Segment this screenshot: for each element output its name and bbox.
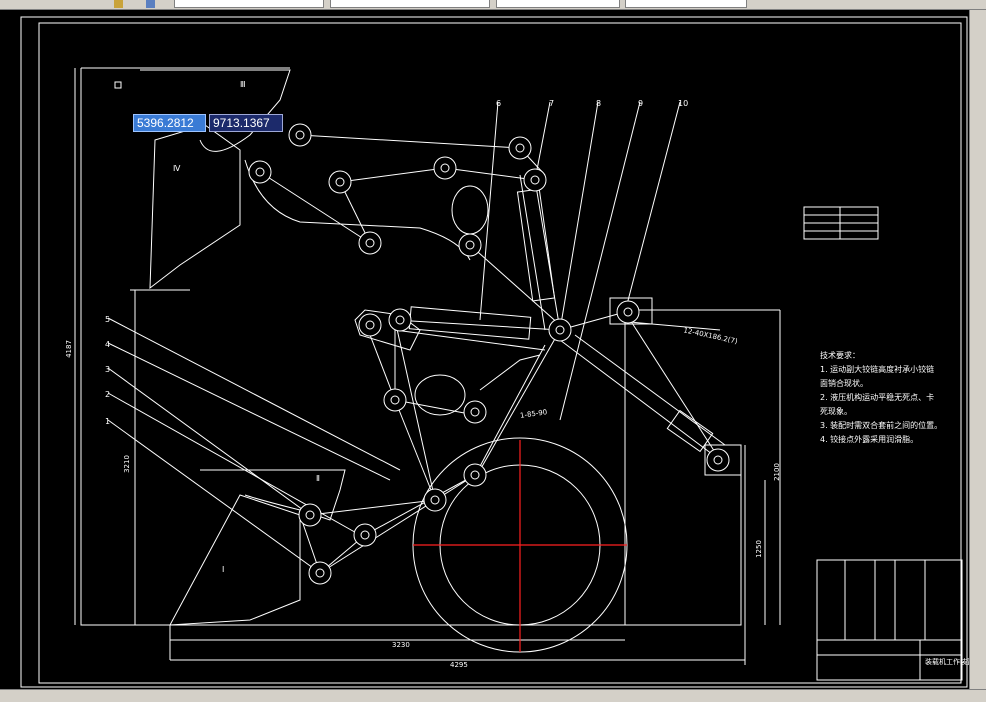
pin-joint — [523, 168, 547, 192]
dim-height-total: 4187 — [64, 340, 73, 358]
pin-joint — [358, 231, 382, 255]
lower-bucket — [169, 494, 301, 626]
part-label-6: 6 — [496, 99, 502, 108]
pin-joint — [433, 156, 457, 180]
tech-req-line: 死现象。 — [820, 407, 852, 416]
part-label-3: 3 — [105, 365, 111, 374]
position-label-bottom: Ⅱ — [316, 474, 320, 483]
part-label-4: 4 — [105, 340, 111, 349]
pin-joint — [308, 561, 332, 585]
dim-height-right: 2100 — [772, 463, 781, 481]
pin-joint — [548, 318, 572, 342]
pin-joint — [248, 160, 272, 184]
vertical-scrollbar[interactable] — [969, 10, 986, 690]
tech-req-line: 2. 液压机构运动平稳无死点、卡 — [820, 393, 935, 402]
pin-joint — [288, 123, 312, 147]
top-toolbar — [0, 0, 986, 10]
pin-joint — [463, 400, 487, 424]
technical-requirements: 技术要求： 1. 运动副大铰链高度衬承小铰链 面销合现状。 2. 液压机构运动平… — [820, 350, 942, 445]
tech-req-title: 技术要求： — [820, 351, 860, 360]
pin-joint — [616, 300, 640, 324]
dim-width-base: 3230 — [392, 641, 410, 649]
part-label-1: 1 — [105, 417, 111, 426]
pin-joint — [353, 523, 377, 547]
pin-joint — [508, 136, 532, 160]
layer-dropdown[interactable] — [174, 0, 324, 8]
frame-outline — [80, 68, 742, 626]
pin-joint — [458, 233, 482, 257]
pin-joint — [328, 170, 352, 194]
pin-joint — [383, 388, 407, 412]
layer-state-icon[interactable] — [146, 0, 155, 8]
linetype-dropdown[interactable] — [496, 0, 620, 8]
title-block-name: 装载机工作装置 — [925, 658, 974, 666]
tech-req-line: 面销合现状。 — [820, 379, 868, 388]
pin-joint — [706, 448, 730, 472]
tech-req-line: 1. 运动副大铰链高度衬承小铰链 — [820, 365, 935, 374]
part-label-8: 8 — [596, 99, 602, 108]
pin-joint — [388, 308, 412, 332]
tech-req-line: 3. 装配时需双合套前之间的位置。 — [820, 421, 943, 430]
dim-width-total: 4295 — [450, 661, 468, 669]
part-label-5: 5 — [105, 315, 111, 324]
part-label-2: 2 — [105, 390, 111, 399]
horizontal-scrollbar[interactable] — [0, 689, 986, 702]
tech-req-line: 4. 铰接点外露采用润滑脂。 — [820, 435, 919, 444]
dim-height-small: 1250 — [754, 540, 763, 558]
position-label-left: Ⅳ — [173, 164, 181, 173]
coordinate-y-input[interactable]: 9713.1367 — [209, 114, 283, 132]
position-label-top: Ⅲ — [240, 80, 246, 89]
lineweight-dropdown[interactable] — [625, 0, 747, 8]
pin-joint — [423, 488, 447, 512]
part-label-9: 9 — [638, 99, 644, 108]
color-dropdown[interactable] — [330, 0, 490, 8]
part-label-7: 7 — [549, 99, 555, 108]
layer-icon[interactable] — [114, 0, 123, 8]
dim-height-mid: 3210 — [122, 455, 131, 473]
drawing-canvas[interactable]: 6 7 8 9 10 5 4 3 2 1 Ⅲ Ⅳ Ⅱ Ⅰ 4187 3210 2… — [0, 10, 974, 689]
pin-joint — [298, 503, 322, 527]
pin-joint — [463, 463, 487, 487]
coordinate-x-input[interactable]: 5396.2812 — [133, 114, 206, 132]
pin-joint — [358, 313, 382, 337]
wheel-centerlines — [413, 440, 627, 652]
part-label-10: 10 — [678, 99, 689, 108]
position-label-bucket: Ⅰ — [222, 565, 225, 574]
